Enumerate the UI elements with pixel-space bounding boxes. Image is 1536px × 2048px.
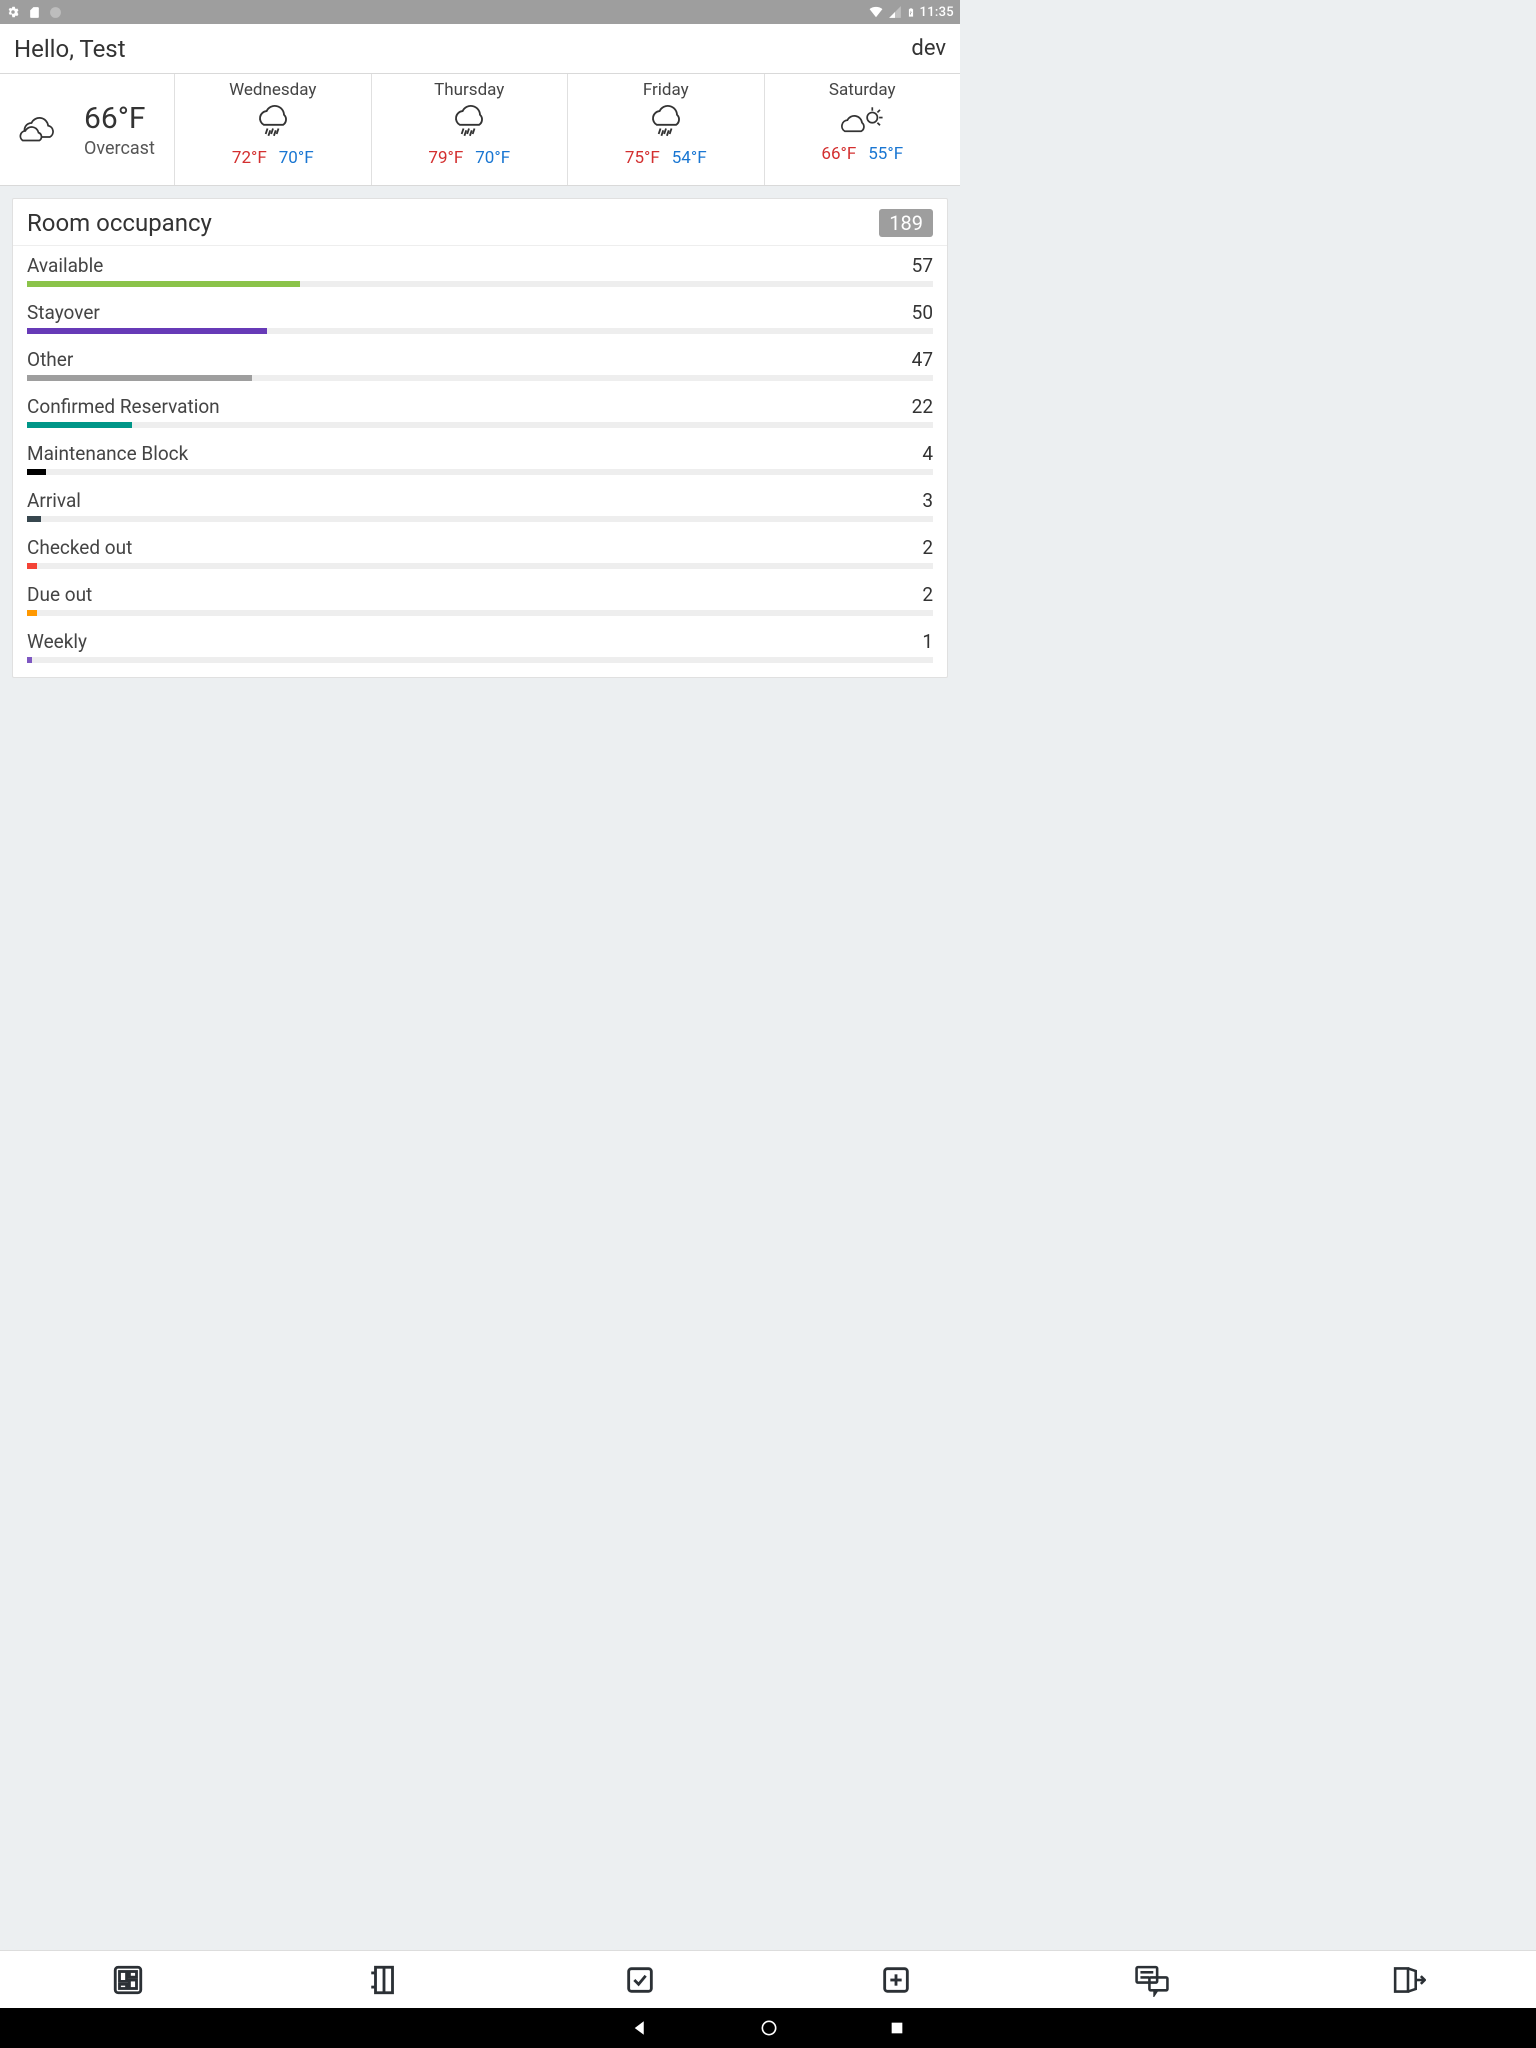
occupancy-row[interactable]: Maintenance Block 4	[13, 434, 947, 481]
home-icon[interactable]	[759, 2018, 779, 2038]
occupancy-value: 2	[922, 536, 933, 559]
weather-row: 66°F Overcast Wednesday 72°F 70°F Thursday 7…	[0, 74, 960, 186]
occupancy-row[interactable]: Checked out 2	[13, 528, 947, 575]
forecast-lo: 55°F	[868, 144, 903, 164]
occupancy-label: Weekly	[27, 630, 87, 653]
occupancy-label: Stayover	[27, 301, 100, 324]
forecast-lo: 54°F	[672, 148, 707, 168]
occupancy-value: 1	[922, 630, 933, 653]
status-left	[6, 5, 62, 20]
occupancy-label: Arrival	[27, 489, 81, 512]
forecast-hi: 66°F	[821, 144, 856, 164]
occupancy-row[interactable]: Available 57	[13, 246, 947, 293]
forecast-day: Friday 75°F 54°F	[568, 74, 765, 185]
checkin-button[interactable]	[616, 1956, 664, 2004]
occupancy-row[interactable]: Weekly 1	[13, 622, 947, 669]
app-header: Hello, Test dev	[0, 24, 960, 74]
occupancy-value: 4	[922, 442, 933, 465]
occupancy-label: Maintenance Block	[27, 442, 188, 465]
forecast-day-label: Saturday	[829, 80, 896, 100]
rooms-button[interactable]	[360, 1956, 408, 2004]
occupancy-row[interactable]: Due out 2	[13, 575, 947, 622]
occupancy-label: Other	[27, 348, 73, 371]
messages-button[interactable]	[1128, 1956, 1176, 2004]
card-header: Room occupancy 189	[13, 199, 947, 246]
back-icon[interactable]	[631, 2019, 649, 2037]
forecast-temps: 66°F 55°F	[821, 144, 903, 164]
android-status-bar: 11:35	[0, 0, 960, 24]
forecast-hi: 79°F	[428, 148, 463, 168]
checkout-button[interactable]	[1384, 1956, 1432, 2004]
forecast-lo: 70°F	[279, 148, 314, 168]
current-condition: Overcast	[84, 138, 155, 159]
occupancy-label: Confirmed Reservation	[27, 395, 220, 418]
forecast-temps: 79°F 70°F	[428, 148, 510, 168]
occupancy-card: Room occupancy 189 Available 57 Stayover 50…	[12, 198, 948, 678]
new-button[interactable]	[872, 1956, 920, 2004]
signal-icon	[888, 5, 902, 19]
occupancy-bar	[27, 469, 933, 475]
forecast-day-label: Wednesday	[229, 80, 316, 100]
forecast-temps: 75°F 54°F	[625, 148, 707, 168]
occupancy-bar	[27, 516, 933, 522]
partly-cloudy-icon	[838, 104, 886, 142]
forecast-hi: 72°F	[232, 148, 267, 168]
wifi-icon	[868, 5, 884, 19]
occupancy-row[interactable]: Arrival 3	[13, 481, 947, 528]
occupancy-bar	[27, 563, 933, 569]
forecast-day: Saturday 66°F 55°F	[765, 74, 961, 185]
occupancy-value: 50	[912, 301, 933, 324]
circle-icon	[49, 6, 62, 19]
greeting-text: Hello, Test	[14, 35, 126, 63]
forecast: Wednesday 72°F 70°F Thursday 79°F 70°F Friday 7…	[175, 74, 960, 185]
occupancy-value: 47	[912, 348, 933, 371]
rain-icon	[447, 104, 491, 146]
total-badge: 189	[879, 209, 933, 237]
occupancy-bar	[27, 375, 933, 381]
bottom-toolbar	[0, 1950, 1536, 2008]
current-temp: 66°F	[84, 101, 155, 136]
occupancy-value: 22	[912, 395, 933, 418]
rain-icon	[644, 104, 688, 146]
dashboard-button[interactable]	[104, 1956, 152, 2004]
forecast-lo: 70°F	[475, 148, 510, 168]
occupancy-bar	[27, 422, 933, 428]
occupancy-label: Checked out	[27, 536, 132, 559]
occupancy-label: Available	[27, 254, 103, 277]
gear-icon	[6, 5, 20, 19]
sd-card-icon	[28, 5, 41, 20]
android-nav-bar	[0, 2008, 1536, 2048]
occupancy-row[interactable]: Confirmed Reservation 22	[13, 387, 947, 434]
occupancy-value: 57	[912, 254, 933, 277]
card-title: Room occupancy	[27, 209, 212, 237]
forecast-hi: 75°F	[625, 148, 660, 168]
battery-icon	[906, 5, 916, 20]
status-right: 11:35	[868, 5, 954, 20]
occupancy-row[interactable]: Stayover 50	[13, 293, 947, 340]
overcast-icon	[14, 110, 70, 150]
occupancy-bar	[27, 281, 933, 287]
env-label: dev	[911, 36, 946, 61]
forecast-day-label: Friday	[643, 80, 689, 100]
forecast-day-label: Thursday	[434, 80, 504, 100]
occupancy-bar	[27, 610, 933, 616]
forecast-day: Wednesday 72°F 70°F	[175, 74, 372, 185]
forecast-day: Thursday 79°F 70°F	[372, 74, 569, 185]
weather-now: 66°F Overcast	[0, 74, 175, 185]
occupancy-row[interactable]: Other 47	[13, 340, 947, 387]
occupancy-bar	[27, 657, 933, 663]
occupancy-value: 2	[922, 583, 933, 606]
occupancy-label: Due out	[27, 583, 92, 606]
occupancy-value: 3	[922, 489, 933, 512]
forecast-temps: 72°F 70°F	[232, 148, 314, 168]
occupancy-bar	[27, 328, 933, 334]
status-time: 11:35	[920, 5, 954, 20]
occupancy-rows: Available 57 Stayover 50 Other 47 Confirmed Re…	[13, 246, 947, 677]
rain-icon	[251, 104, 295, 146]
recent-icon[interactable]	[889, 2020, 905, 2036]
